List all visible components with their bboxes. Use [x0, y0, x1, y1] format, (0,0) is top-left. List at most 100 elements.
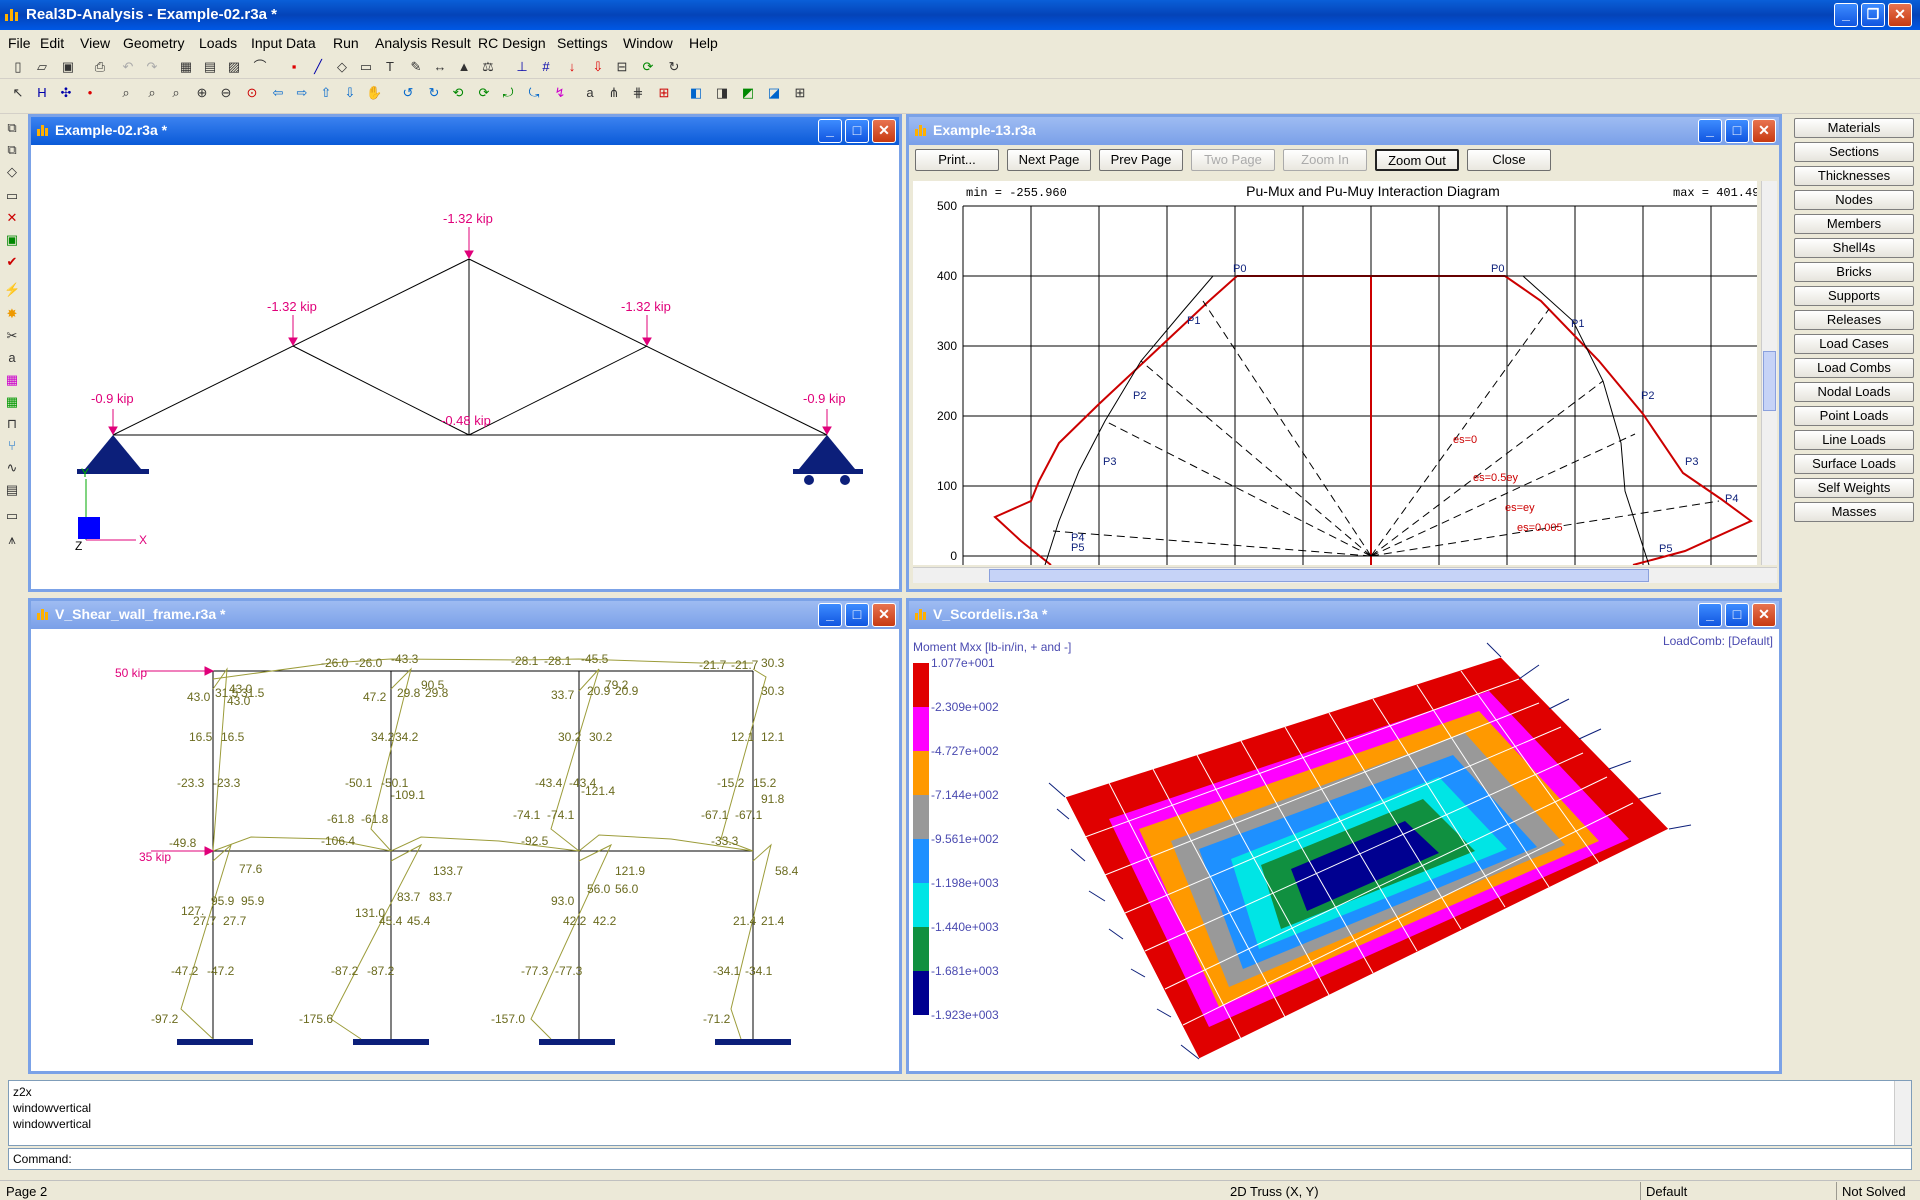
cut-icon[interactable]: ✂	[4, 328, 20, 344]
menu-settings[interactable]: Settings	[557, 35, 608, 51]
dimension-icon[interactable]: ↔	[432, 59, 448, 75]
copy-icon[interactable]: ⧉	[4, 120, 20, 136]
frame-window-caption[interactable]: V_Shear_wall_frame.r3a * _ □ ✕	[31, 601, 899, 629]
menu-edit[interactable]: Edit	[40, 35, 64, 51]
restore-button[interactable]: ❐	[1861, 3, 1885, 27]
frame-window[interactable]: V_Shear_wall_frame.r3a * _ □ ✕ 50 kip 35…	[28, 598, 902, 1074]
two-page-button[interactable]: Two Page	[1191, 149, 1275, 171]
render-3-icon[interactable]: ⊞	[656, 85, 672, 101]
render-1-icon[interactable]: ⋔	[606, 85, 622, 101]
beam-icon[interactable]: ⊟	[614, 59, 630, 75]
view-3d-2-icon[interactable]: ◨	[714, 85, 730, 101]
masses-button[interactable]: Masses	[1794, 502, 1914, 522]
close-button[interactable]: ✕	[1888, 3, 1912, 27]
menu-analysis-result[interactable]: Analysis Result	[375, 35, 471, 51]
rectangle-icon[interactable]: ▭	[358, 59, 374, 75]
truss-minimize-button[interactable]: _	[818, 119, 842, 143]
point-icon[interactable]: •	[82, 85, 98, 101]
pan-hand-icon[interactable]: ✋	[366, 85, 382, 101]
shell-window-caption[interactable]: V_Scordelis.r3a * _ □ ✕	[909, 601, 1779, 629]
shell-maximize-button[interactable]: □	[1725, 603, 1749, 627]
interaction-maximize-button[interactable]: □	[1725, 119, 1749, 143]
pen-icon[interactable]: ✎	[408, 59, 424, 75]
point-loads-button[interactable]: Point Loads	[1794, 406, 1914, 426]
zoom-prev-icon[interactable]: ⌕	[168, 85, 184, 101]
materials-button[interactable]: Materials	[1794, 118, 1914, 138]
pan-left-icon[interactable]: ⇦	[270, 85, 286, 101]
window-icon[interactable]: ▭	[4, 508, 20, 524]
pan-down-icon[interactable]: ⇩	[342, 85, 358, 101]
shell-window[interactable]: V_Scordelis.r3a * _ □ ✕ Moment Mxx [lb-i…	[906, 598, 1782, 1074]
axis-icon[interactable]: H	[34, 85, 50, 101]
node-num-icon[interactable]: ⊥	[514, 59, 530, 75]
fork-icon[interactable]: ⑂	[4, 438, 20, 454]
lock-icon[interactable]: ▣	[4, 232, 20, 248]
command-input[interactable]: Command:	[8, 1148, 1912, 1170]
nodes-button[interactable]: Nodes	[1794, 190, 1914, 210]
print-button[interactable]: Print...	[915, 149, 999, 171]
frame-close-button[interactable]: ✕	[872, 603, 896, 627]
zoom-real-icon[interactable]: ⊙	[244, 85, 260, 101]
shell-canvas[interactable]: Moment Mxx [lb-in/in, + and -] LoadComb:…	[909, 629, 1779, 1071]
color-1-icon[interactable]: ▦	[4, 372, 20, 388]
horizontal-scroll-thumb[interactable]	[989, 569, 1649, 582]
rotate-5-icon[interactable]: ⤾	[500, 85, 516, 101]
close-preview-button[interactable]: Close	[1467, 149, 1551, 171]
supports-button[interactable]: Supports	[1794, 286, 1914, 306]
zoom-all-icon[interactable]: ⌕	[144, 85, 160, 101]
grid-icon[interactable]: ▦	[178, 59, 194, 75]
check-icon[interactable]: ✔	[4, 254, 20, 270]
frame-canvas[interactable]: 50 kip 35 kip -26.0 -26.0 -43.3 -28.1 -2…	[31, 629, 899, 1071]
pan-up-icon[interactable]: ⇧	[318, 85, 334, 101]
truss-window-caption[interactable]: Example-02.r3a * _ □ ✕	[31, 117, 899, 145]
text-icon[interactable]: T	[382, 59, 398, 75]
zoom-out-button[interactable]: Zoom Out	[1375, 149, 1459, 171]
snap-icon[interactable]: ✣	[58, 85, 74, 101]
menu-input-data[interactable]: Input Data	[251, 35, 316, 51]
select-arrow-icon[interactable]: ↖	[10, 85, 26, 101]
table-icon[interactable]: ▤	[202, 59, 218, 75]
line-loads-button[interactable]: Line Loads	[1794, 430, 1914, 450]
shell4s-button[interactable]: Shell4s	[1794, 238, 1914, 258]
truss-canvas[interactable]: -1.32 kip -1.32 kip -1.32 kip -0.9 kip -…	[31, 145, 899, 589]
star-icon[interactable]: ✸	[4, 306, 20, 322]
render-2-icon[interactable]: ⋕	[630, 85, 646, 101]
view-3d-1-icon[interactable]: ◧	[688, 85, 704, 101]
save-icon[interactable]: ▣	[60, 59, 76, 75]
history-scrollbar[interactable]	[1894, 1081, 1911, 1145]
balance-icon[interactable]: ⚖	[480, 59, 496, 75]
delete-icon[interactable]: ✕	[4, 210, 20, 226]
releases-button[interactable]: Releases	[1794, 310, 1914, 330]
horizontal-scrollbar[interactable]	[913, 567, 1777, 583]
view-grid-icon[interactable]: ⊞	[792, 85, 808, 101]
menu-rc-design[interactable]: RC Design	[478, 35, 546, 51]
curve-icon[interactable]: ∿	[4, 460, 20, 476]
rotate-4-icon[interactable]: ⟳	[476, 85, 492, 101]
line-icon[interactable]: ╱	[310, 59, 326, 75]
shell-close-button[interactable]: ✕	[1752, 603, 1776, 627]
truss-close-button[interactable]: ✕	[872, 119, 896, 143]
bricks-button[interactable]: Bricks	[1794, 262, 1914, 282]
open-folder-icon[interactable]: ▱	[34, 59, 50, 75]
frame-maximize-button[interactable]: □	[845, 603, 869, 627]
move-icon[interactable]: ⧉	[4, 142, 20, 158]
menu-geometry[interactable]: Geometry	[123, 35, 184, 51]
view-3d-3-icon[interactable]: ◩	[740, 85, 756, 101]
eraser-icon[interactable]: ◇	[4, 164, 20, 180]
rotate-6-icon[interactable]: ⤿	[526, 85, 542, 101]
rotate-1-icon[interactable]: ↺	[400, 85, 416, 101]
box-icon[interactable]: ▭	[4, 188, 20, 204]
nodal-loads-button[interactable]: Nodal Loads	[1794, 382, 1914, 402]
menu-run[interactable]: Run	[333, 35, 359, 51]
frame-minimize-button[interactable]: _	[818, 603, 842, 627]
interaction-minimize-button[interactable]: _	[1698, 119, 1722, 143]
member-num-icon[interactable]: #	[538, 59, 554, 75]
sections-button[interactable]: Sections	[1794, 142, 1914, 162]
mesh-icon[interactable]: ▨	[226, 59, 242, 75]
zoom-in-icon[interactable]: ⊕	[194, 85, 210, 101]
shell-minimize-button[interactable]: _	[1698, 603, 1722, 627]
surface-loads-button[interactable]: Surface Loads	[1794, 454, 1914, 474]
load-icon[interactable]: ↓	[564, 59, 580, 75]
view-3d-4-icon[interactable]: ◪	[766, 85, 782, 101]
prev-page-button[interactable]: Prev Page	[1099, 149, 1183, 171]
